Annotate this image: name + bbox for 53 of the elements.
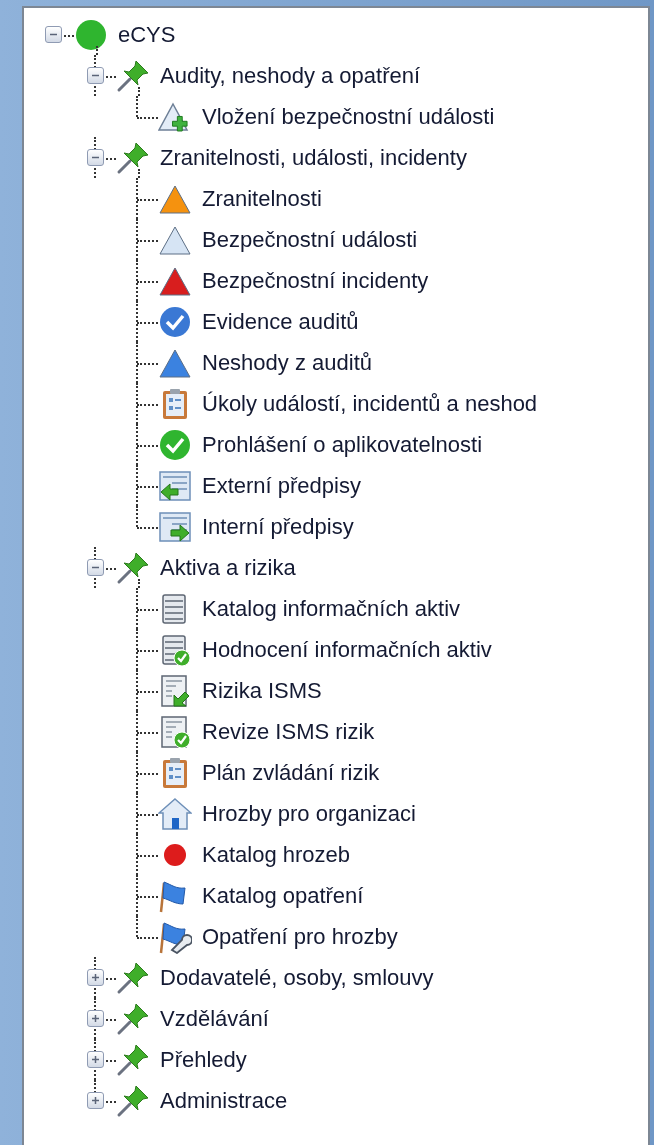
tree-item-label[interactable]: eCYS [118, 23, 176, 46]
tree-item-label[interactable]: Plán zvládání rizik [202, 761, 380, 784]
sheet-check-icon [158, 714, 192, 749]
expand-toggle[interactable] [86, 969, 104, 986]
tree-item-label[interactable]: Aktiva a rizika [160, 556, 296, 579]
tree-item-label[interactable]: Hodnocení informačních aktiv [202, 638, 492, 661]
tree-item-label[interactable]: Zranitelnosti, události, incidenty [160, 146, 467, 169]
tree-item-label[interactable]: Externí předpisy [202, 474, 361, 497]
tree-item-label[interactable]: Hrozby pro organizaci [202, 802, 416, 825]
tree-item-label[interactable]: Administrace [160, 1089, 288, 1112]
plus-icon [89, 1013, 101, 1024]
tree-item-label[interactable]: Opatření pro hrozby [202, 925, 398, 948]
circle-icon [74, 17, 108, 52]
tree-item-label[interactable]: Neshody z auditů [202, 351, 372, 374]
tree-item-label[interactable]: Dodavatelé, osoby, smlouvy [160, 966, 434, 989]
tree-item-label[interactable]: Úkoly událostí, incidentů a neshod [202, 392, 538, 415]
pushpin-icon [116, 1001, 150, 1036]
expand-toggle[interactable] [86, 1092, 104, 1109]
flag-wrench-icon [158, 919, 192, 954]
tree-item-label[interactable]: Bezpečnostní incidenty [202, 269, 429, 292]
expand-toggle[interactable] [86, 1051, 104, 1068]
tree-item-label[interactable]: Katalog informačních aktiv [202, 597, 461, 620]
tree-item-label[interactable]: Katalog opatření [202, 884, 364, 907]
collapse-toggle[interactable] [86, 149, 104, 166]
plus-icon [89, 972, 101, 983]
pushpin-icon [116, 550, 150, 585]
expand-toggle[interactable] [86, 1010, 104, 1027]
tree-item-label[interactable]: Rizika ISMS [202, 679, 322, 702]
pushpin-icon [116, 1042, 150, 1077]
pushpin-icon [116, 960, 150, 995]
collapse-toggle[interactable] [44, 26, 62, 43]
tree-item-label[interactable]: Audity, neshody a opatření [160, 64, 421, 87]
sheet-arrow-icon [158, 673, 192, 708]
tree-item-label[interactable]: Přehledy [160, 1048, 247, 1071]
pushpin-icon [116, 58, 150, 93]
plus-icon [89, 1054, 101, 1065]
tree-item-label[interactable]: Zranitelnosti [202, 187, 322, 210]
tree-item-label[interactable]: Bezpečnostní události [202, 228, 418, 251]
pushpin-icon [116, 140, 150, 175]
tree-item-label[interactable]: Revize ISMS rizik [202, 720, 375, 743]
tree-item-label[interactable]: Interní předpisy [202, 515, 354, 538]
collapse-toggle[interactable] [86, 559, 104, 576]
tree-item-label[interactable]: Prohlášení o aplikovatelnosti [202, 433, 483, 456]
house-icon [158, 796, 192, 831]
pushpin-icon [116, 1083, 150, 1118]
tree-item-label[interactable]: Vložení bezpečnostní události [202, 105, 495, 128]
tree-item-label[interactable]: Vzdělávání [160, 1007, 269, 1030]
tree-item-label[interactable]: Evidence auditů [202, 310, 359, 333]
plus-icon [89, 1095, 101, 1106]
collapse-toggle[interactable] [86, 67, 104, 84]
check-circle-icon [158, 304, 192, 339]
tree-item-label[interactable]: Katalog hrozeb [202, 843, 350, 866]
check-circle-icon [158, 427, 192, 462]
